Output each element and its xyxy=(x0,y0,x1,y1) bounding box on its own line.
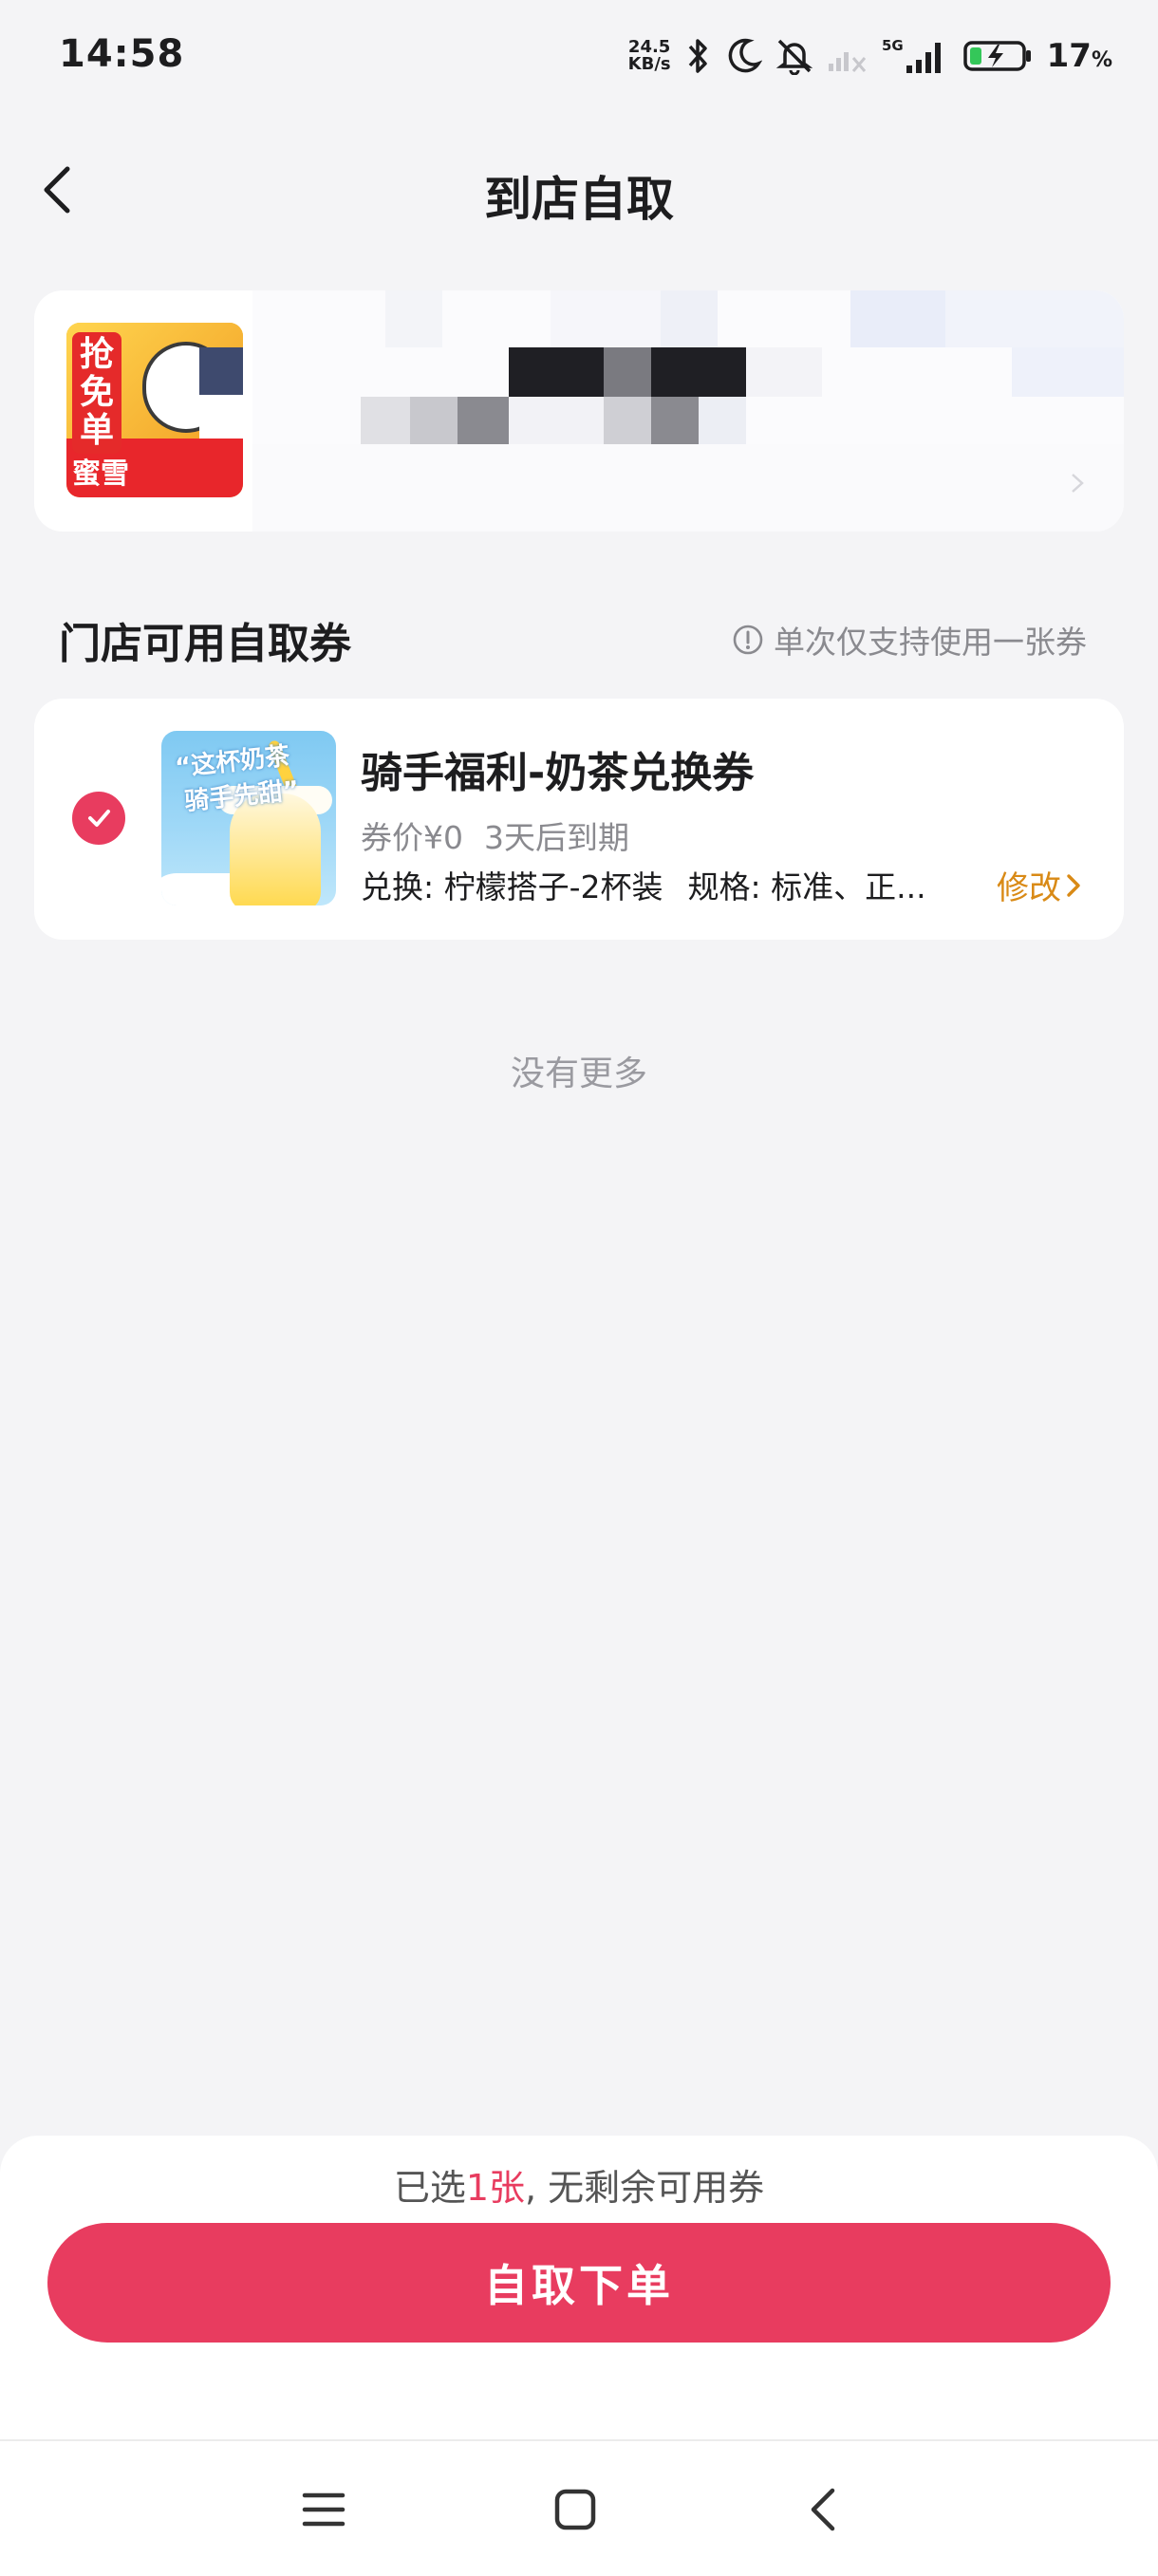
coupon-usage-note-text: 单次仅支持使用一张券 xyxy=(774,624,1087,661)
modify-link[interactable]: 修改 xyxy=(997,862,1082,908)
modify-label: 修改 xyxy=(997,869,1061,907)
coupon-usage-note: 单次仅支持使用一张券 xyxy=(732,617,1087,663)
system-navigation-bar xyxy=(0,2439,1158,2576)
net-speed-unit: KB/s xyxy=(627,54,671,74)
chevron-right-icon xyxy=(1067,873,1080,897)
section-title: 门店可用自取券 xyxy=(59,620,351,668)
status-time: 14:58 xyxy=(59,32,185,76)
coupon-title: 骑手福利-奶茶兑换券 xyxy=(361,749,755,797)
info-icon xyxy=(733,625,763,655)
coupon-exchange-item: 兑换: 柠檬搭子-2杯装 xyxy=(361,868,663,905)
menu-icon[interactable] xyxy=(302,2491,346,2529)
coupon-card[interactable]: “这杯奶茶 骑手先甜” 骑手福利-奶茶兑换券 券价¥0 3天后到期 兑换: 柠檬搭… xyxy=(34,699,1124,940)
home-icon[interactable] xyxy=(554,2489,596,2530)
coupon-spec: 规格: 标准、正... xyxy=(687,868,926,905)
signal-sim2-icon xyxy=(828,52,866,72)
summary-count: 1张 xyxy=(465,2167,526,2209)
store-card[interactable]: 抢免单 蜜雪 xyxy=(34,290,1124,532)
coupon-price: 券价¥0 xyxy=(361,819,463,856)
store-brand-text: 蜜雪 xyxy=(72,457,129,491)
net-speed: 24.5 KB/s xyxy=(628,39,671,73)
battery-charging-icon xyxy=(962,41,1031,71)
coupon-image: “这杯奶茶 骑手先甜” xyxy=(161,731,336,905)
free-order-badge: 抢免单 xyxy=(72,332,121,454)
chevron-right-icon xyxy=(1072,474,1084,493)
mute-bell-icon xyxy=(775,39,812,75)
obscured-store-info xyxy=(252,290,1124,532)
svg-text:5G: 5G xyxy=(882,37,904,54)
summary-prefix: 已选 xyxy=(393,2167,466,2209)
pickup-order-button[interactable]: 自取下单 xyxy=(47,2223,1111,2343)
back-icon[interactable] xyxy=(809,2487,837,2532)
list-end-text: 没有更多 xyxy=(510,1055,647,1093)
coupon-select-checkbox[interactable] xyxy=(72,792,125,845)
selection-summary: 已选1张, 无剩余可用券 xyxy=(0,2158,1158,2211)
store-thumbnail: 抢免单 蜜雪 xyxy=(66,323,243,497)
checkmark-icon xyxy=(88,810,110,827)
status-icons: 24.5 KB/s 5G 17% xyxy=(628,32,1112,80)
coupon-detail: 兑换: 柠檬搭子-2杯装 规格: 标准、正... xyxy=(361,862,926,907)
checkout-panel: 已选1张, 无剩余可用券 自取下单 xyxy=(0,2136,1158,2439)
page-title: 到店自取 xyxy=(484,172,674,227)
battery-percent-sign: % xyxy=(1091,48,1112,72)
signal-5g-icon: 5G xyxy=(882,37,941,73)
coupon-meta: 券价¥0 3天后到期 xyxy=(361,812,629,858)
moon-icon xyxy=(728,38,762,73)
summary-suffix: , 无剩余可用券 xyxy=(525,2167,765,2209)
battery-percent-value: 17 xyxy=(1046,37,1092,75)
bluetooth-icon xyxy=(688,39,707,73)
coupon-expiry: 3天后到期 xyxy=(484,819,629,856)
battery-percent: 17% xyxy=(1047,37,1112,75)
